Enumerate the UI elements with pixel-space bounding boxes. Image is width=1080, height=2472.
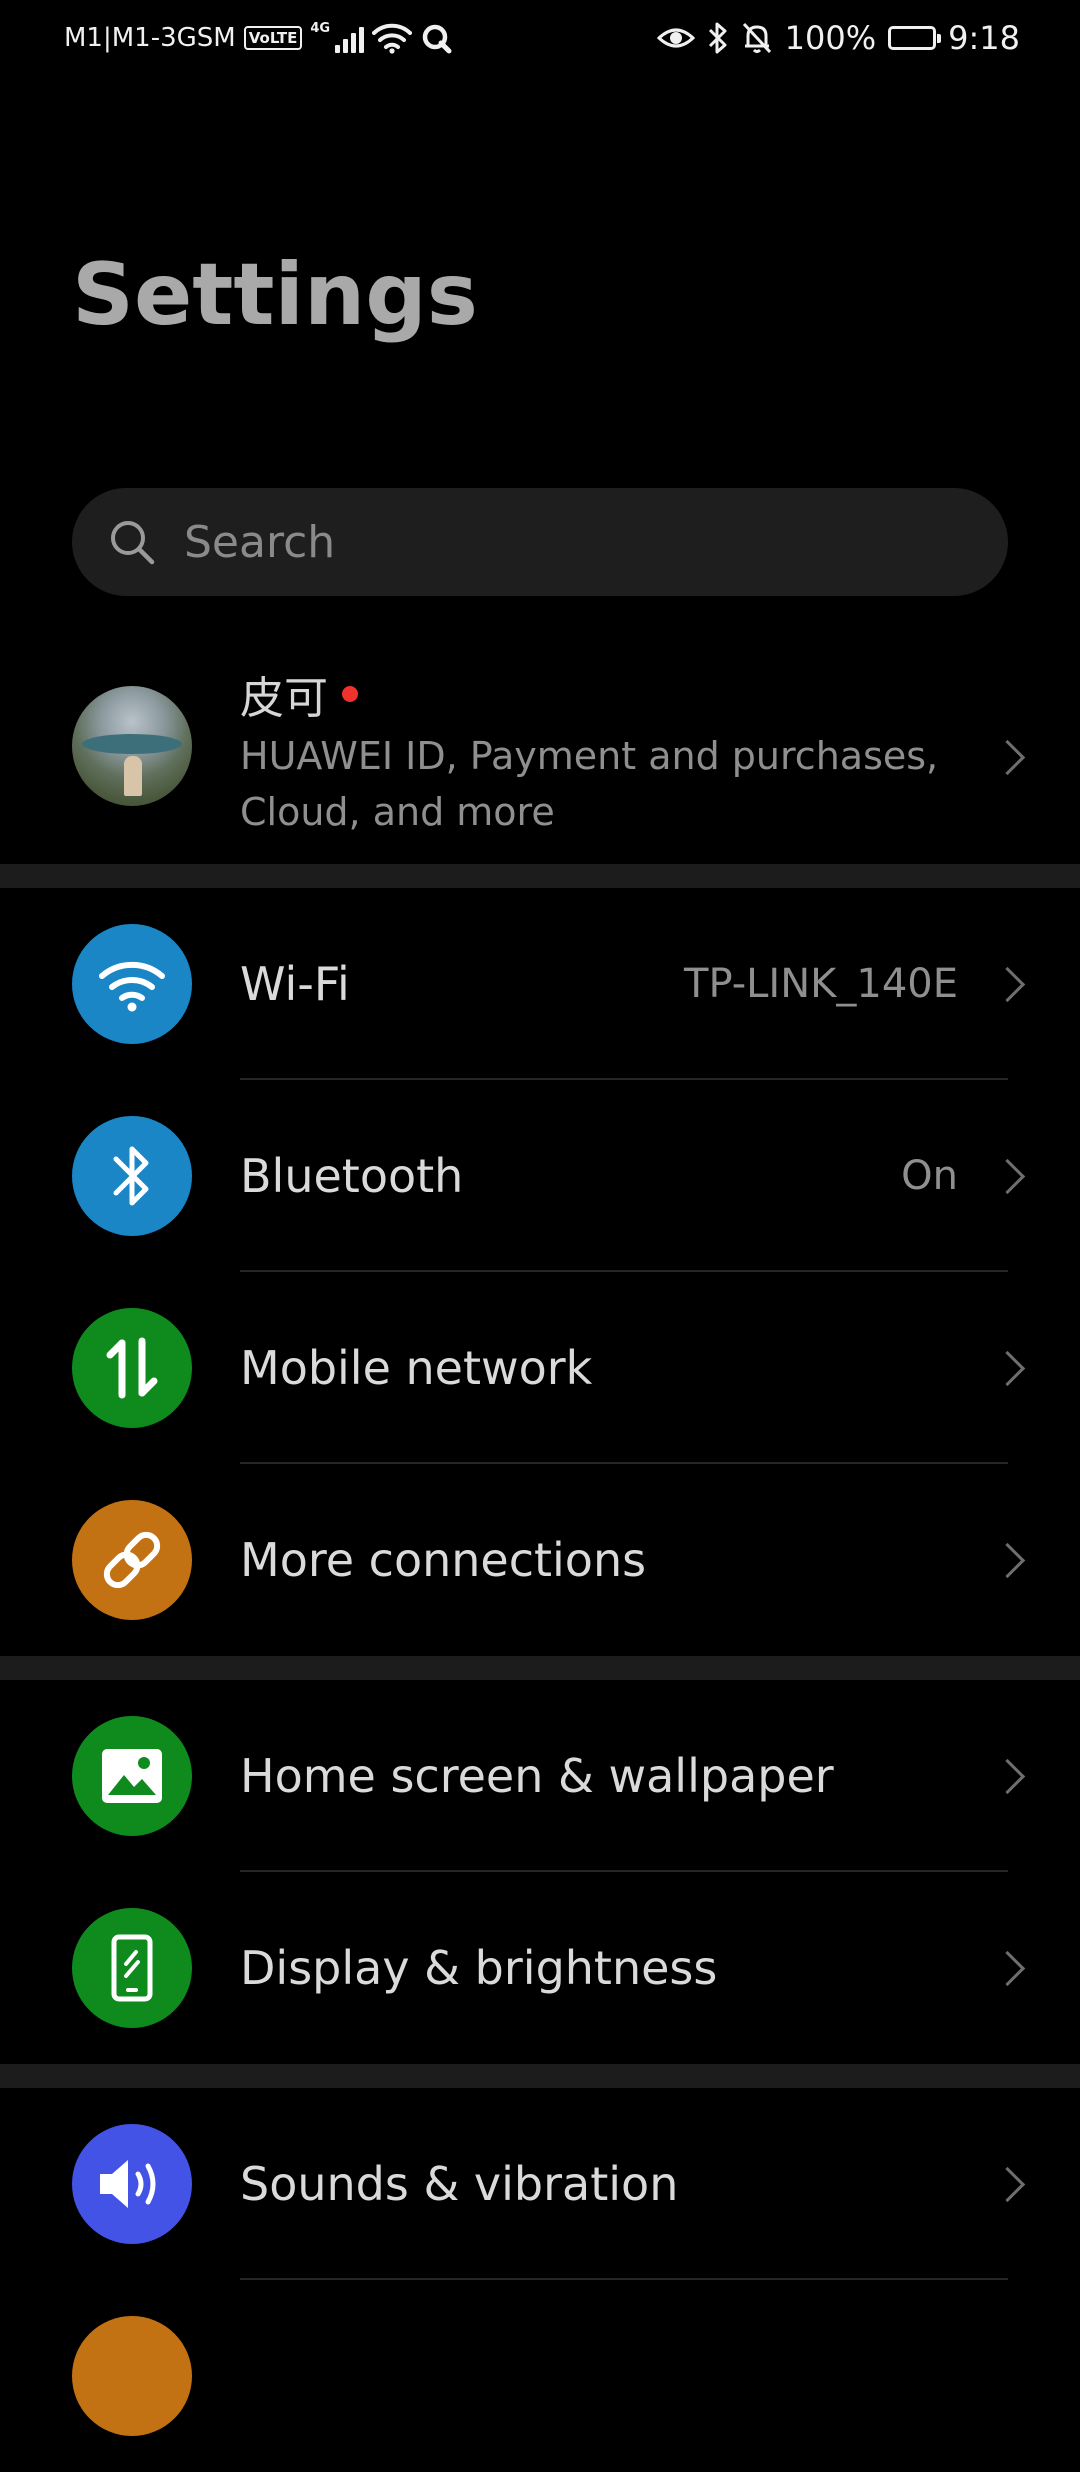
- settings-row-sounds[interactable]: Sounds & vibration: [0, 2088, 1080, 2280]
- account-name: 皮可: [240, 673, 328, 724]
- silent-bell-icon: [742, 22, 771, 54]
- chevron-right-icon: [989, 1950, 1026, 1987]
- status-bar: M1|M1-3GSM VoLTE 4G 100% 9:18: [0, 0, 1080, 76]
- speaker-icon: [72, 2124, 192, 2244]
- chevron-right-icon: [989, 739, 1026, 776]
- settings-row-bluetooth[interactable]: Bluetooth On: [0, 1080, 1080, 1272]
- account-subtitle: HUAWEI ID, Payment and purchases, Cloud,…: [240, 734, 939, 834]
- settings-row-mobile-network[interactable]: Mobile network: [0, 1272, 1080, 1464]
- group-separator: [0, 864, 1080, 888]
- account-row[interactable]: 皮可 HUAWEI ID, Payment and purchases, Clo…: [0, 650, 1080, 862]
- bluetooth-status-icon: [708, 22, 727, 54]
- volte-badge: VoLTE: [243, 26, 303, 50]
- settings-row-more-connections[interactable]: More connections: [0, 1464, 1080, 1656]
- eye-comfort-icon: [656, 28, 695, 48]
- row-label: Sounds & vibration: [240, 2157, 679, 2211]
- wifi-icon: [72, 924, 192, 1044]
- settings-row-display[interactable]: Display & brightness: [0, 1872, 1080, 2064]
- settings-row-home-screen[interactable]: Home screen & wallpaper: [0, 1680, 1080, 1872]
- clock: 9:18: [948, 19, 1020, 57]
- avatar: [72, 686, 192, 806]
- image-icon: [72, 1716, 192, 1836]
- chevron-right-icon: [989, 1158, 1026, 1195]
- chevron-right-icon: [989, 966, 1026, 1003]
- search-icon: [111, 521, 155, 565]
- battery-percent: 100%: [784, 19, 877, 57]
- wifi-status-icon: [372, 23, 413, 54]
- display-icon: [72, 1908, 192, 2028]
- chevron-right-icon: [989, 1758, 1026, 1795]
- bluetooth-icon: [72, 1116, 192, 1236]
- group-separator: [0, 2064, 1080, 2088]
- status-bar-left: M1|M1-3GSM VoLTE 4G: [64, 18, 452, 58]
- network-type-label: 4G: [310, 21, 331, 36]
- row-label: Bluetooth: [240, 1149, 464, 1203]
- settings-category-icon: [72, 2316, 192, 2436]
- carrier-label: M1|M1-3GSM: [64, 23, 236, 53]
- link-icon: [72, 1500, 192, 1620]
- row-value: TP-LINK_140E: [684, 961, 958, 1007]
- app-notification-icon: [422, 24, 452, 54]
- settings-row-partial[interactable]: [0, 2280, 1080, 2472]
- signal-strength-icon: 4G: [310, 21, 365, 53]
- row-label: More connections: [240, 1533, 647, 1587]
- search-input[interactable]: Search: [72, 488, 1008, 596]
- row-label: Display & brightness: [240, 1941, 718, 1995]
- row-label: Mobile network: [240, 1341, 593, 1395]
- row-label: Home screen & wallpaper: [240, 1749, 834, 1803]
- notification-dot: [342, 686, 358, 702]
- search-placeholder: Search: [184, 516, 336, 568]
- status-bar-right: 100% 9:18: [656, 18, 1020, 58]
- group-separator: [0, 1656, 1080, 1680]
- settings-row-wifi[interactable]: Wi-Fi TP-LINK_140E: [0, 888, 1080, 1080]
- battery-icon: [888, 26, 942, 50]
- row-label: Wi-Fi: [240, 957, 350, 1011]
- chevron-right-icon: [989, 1542, 1026, 1579]
- page-title: Settings: [72, 245, 478, 345]
- row-value: On: [901, 1153, 958, 1199]
- chevron-right-icon: [989, 2166, 1026, 2203]
- chevron-right-icon: [989, 1350, 1026, 1387]
- account-name-line: 皮可: [240, 662, 358, 726]
- mobile-data-icon: [72, 1308, 192, 1428]
